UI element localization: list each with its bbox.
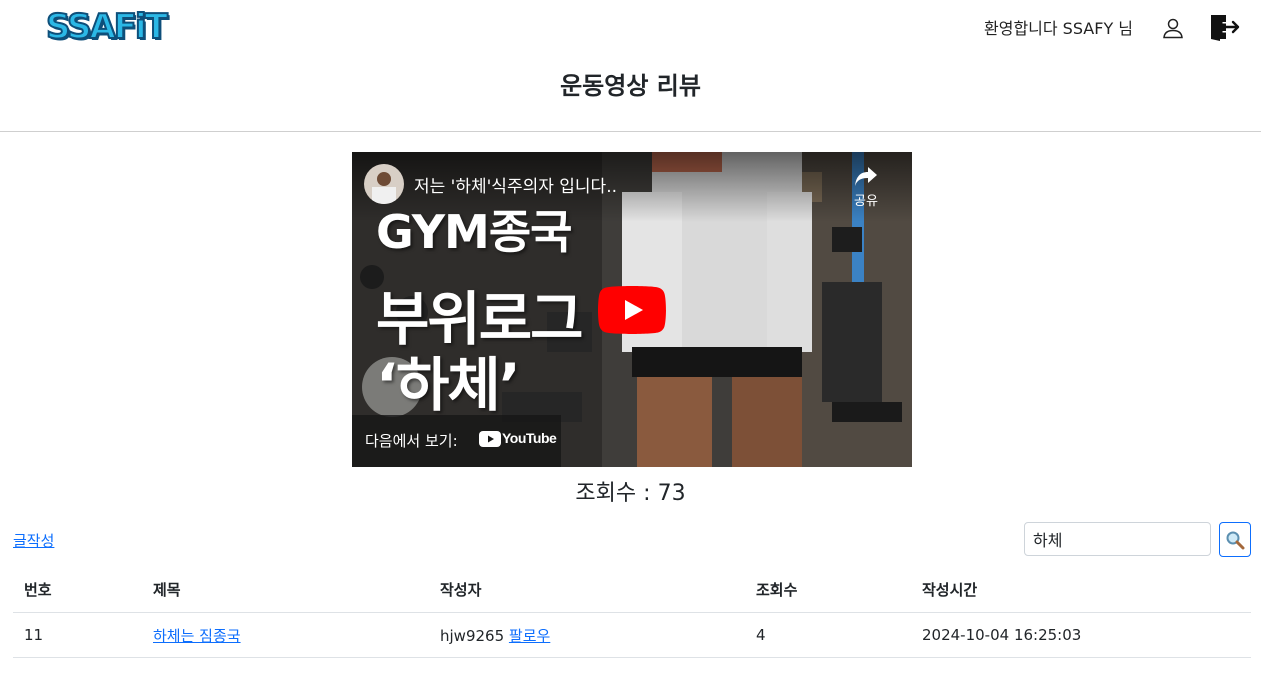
- column-header-views: 조회수: [745, 567, 911, 613]
- site-header: SSAFiT 환영합니다 SSAFY 님 운동영상 리뷰: [0, 0, 1261, 132]
- row-writer-cell: hjw9265 팔로우: [429, 612, 745, 658]
- share-button[interactable]: 공유: [850, 166, 882, 209]
- column-header-writer: 작성자: [429, 567, 745, 613]
- youtube-wordmark: YouTube: [502, 430, 557, 446]
- youtube-video-embed[interactable]: 저는 '하체'식주의자 입니다.. 공유 GYM종국 부위로그 ‘하체’ 다음에…: [352, 152, 912, 467]
- video-title[interactable]: 저는 '하체'식주의자 입니다..: [414, 172, 617, 197]
- write-post-link[interactable]: 글작성: [13, 530, 54, 551]
- view-count: 조회수 : 73: [0, 475, 1261, 507]
- search-button[interactable]: [1219, 522, 1251, 557]
- logout-icon[interactable]: [1208, 13, 1242, 41]
- table-row: 11 하체는 짐종국 hjw9265 팔로우 4 2024-10-04 16:2…: [13, 612, 1251, 658]
- watch-on-youtube-button[interactable]: 다음에서 보기: YouTube: [352, 415, 561, 467]
- column-header-number: 번호: [13, 567, 142, 613]
- table-header-row: 번호 제목 작성자 조회수 작성시간: [13, 567, 1251, 613]
- row-writer: hjw9265: [440, 626, 505, 645]
- youtube-logo-icon: [479, 431, 501, 447]
- row-title-link[interactable]: 하체는 짐종국: [153, 627, 241, 645]
- view-count-label: 조회수: [575, 481, 637, 506]
- thumbnail-text-gym: GYM종국: [376, 205, 572, 259]
- search-input[interactable]: [1024, 522, 1211, 556]
- ssafit-logo[interactable]: SSAFiT: [45, 6, 169, 48]
- view-count-separator: :: [643, 481, 651, 506]
- play-button-icon[interactable]: [598, 286, 666, 334]
- user-icon[interactable]: [1161, 16, 1185, 40]
- column-header-created-at: 작성시간: [911, 567, 1251, 613]
- row-number: 11: [13, 612, 142, 658]
- welcome-text: 환영합니다 SSAFY 님: [984, 19, 1134, 38]
- thumbnail-text-lower: ‘하체’: [376, 351, 521, 419]
- row-title-cell: 하체는 짐종국: [142, 612, 429, 658]
- review-table: 번호 제목 작성자 조회수 작성시간 11 하체는 짐종국 hjw9265 팔로…: [13, 567, 1251, 658]
- view-count-value: 73: [657, 481, 686, 506]
- row-views: 4: [745, 612, 911, 658]
- column-header-title: 제목: [142, 567, 429, 613]
- magnifier-icon: [1226, 531, 1245, 549]
- page-title: 운동영상 리뷰: [560, 72, 701, 100]
- watch-on-label: 다음에서 보기:: [365, 432, 458, 450]
- share-icon: [855, 167, 877, 186]
- row-created-at: 2024-10-04 16:25:03: [911, 612, 1251, 658]
- share-label: 공유: [854, 194, 878, 209]
- follow-link[interactable]: 팔로우: [509, 627, 550, 645]
